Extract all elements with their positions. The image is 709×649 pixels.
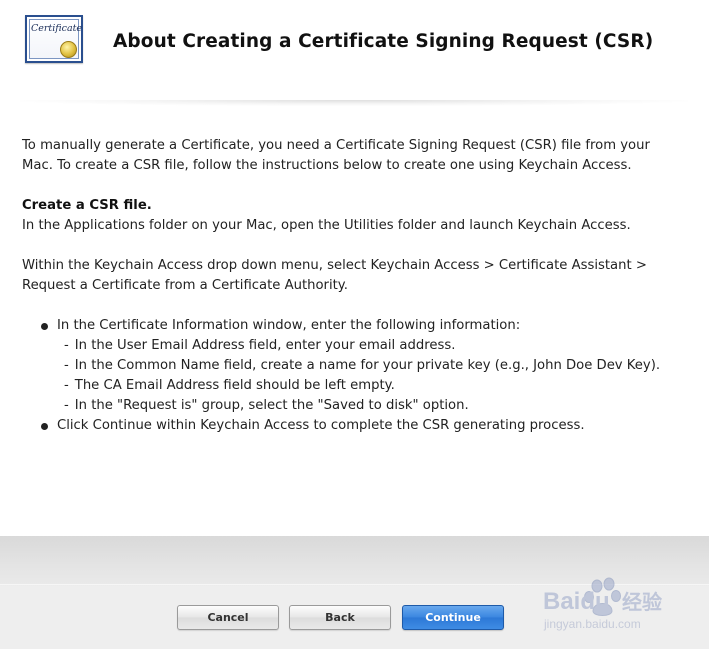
sub-list: - In the User Email Address field, enter … bbox=[57, 336, 692, 416]
certificate-icon: Certificate bbox=[25, 15, 83, 63]
cancel-button[interactable]: Cancel bbox=[177, 605, 279, 630]
list-item: In the Certificate Information window, e… bbox=[22, 316, 692, 416]
bullet-icon bbox=[41, 423, 48, 430]
section-text: In the Applications folder on your Mac, … bbox=[22, 218, 631, 233]
intro-text-line-2: Mac. To create a CSR file, follow the in… bbox=[22, 158, 632, 173]
csr-info-page: Certificate About Creating a Certificate… bbox=[0, 0, 709, 649]
seal-icon bbox=[60, 41, 77, 58]
continue-button[interactable]: Continue bbox=[402, 605, 504, 630]
footer-divider bbox=[0, 584, 709, 585]
sub-list-item-text: The CA Email Address field should be lef… bbox=[74, 378, 395, 393]
sub-list-item: - In the "Request is" group, select the "… bbox=[64, 398, 469, 413]
sub-list-item-text: In the User Email Address field, enter y… bbox=[74, 338, 456, 353]
footer-bar: Cancel Back Continue bbox=[0, 536, 709, 649]
page-title: About Creating a Certificate Signing Req… bbox=[113, 31, 654, 52]
header-divider bbox=[20, 100, 688, 106]
instruction-list: In the Certificate Information window, e… bbox=[22, 316, 692, 436]
intro-text-line-1: To manually generate a Certificate, you … bbox=[22, 138, 650, 153]
list-item-text: In the Certificate Information window, e… bbox=[57, 318, 521, 333]
sub-list-item-text: In the "Request is" group, select the "S… bbox=[74, 398, 469, 413]
menu-path-line-1: Within the Keychain Access drop down men… bbox=[22, 258, 647, 273]
list-item-text: Click Continue within Keychain Access to… bbox=[57, 418, 585, 433]
header: Certificate About Creating a Certificate… bbox=[0, 0, 709, 106]
sub-list-item-text: In the Common Name field, create a name … bbox=[74, 358, 661, 373]
sub-list-item: - The CA Email Address field should be le… bbox=[64, 378, 395, 393]
section-heading: Create a CSR file. bbox=[22, 198, 152, 213]
bullet-icon bbox=[41, 323, 48, 330]
list-item: Click Continue within Keychain Access to… bbox=[22, 416, 692, 436]
certificate-icon-script: Certificate bbox=[31, 23, 83, 34]
sub-list-item: - In the Common Name field, create a name… bbox=[64, 358, 661, 373]
menu-path-line-2: Request a Certificate from a Certificate… bbox=[22, 278, 348, 293]
back-button[interactable]: Back bbox=[289, 605, 391, 630]
sub-list-item: - In the User Email Address field, enter … bbox=[64, 338, 456, 353]
instructions: To manually generate a Certificate, you … bbox=[22, 136, 692, 436]
